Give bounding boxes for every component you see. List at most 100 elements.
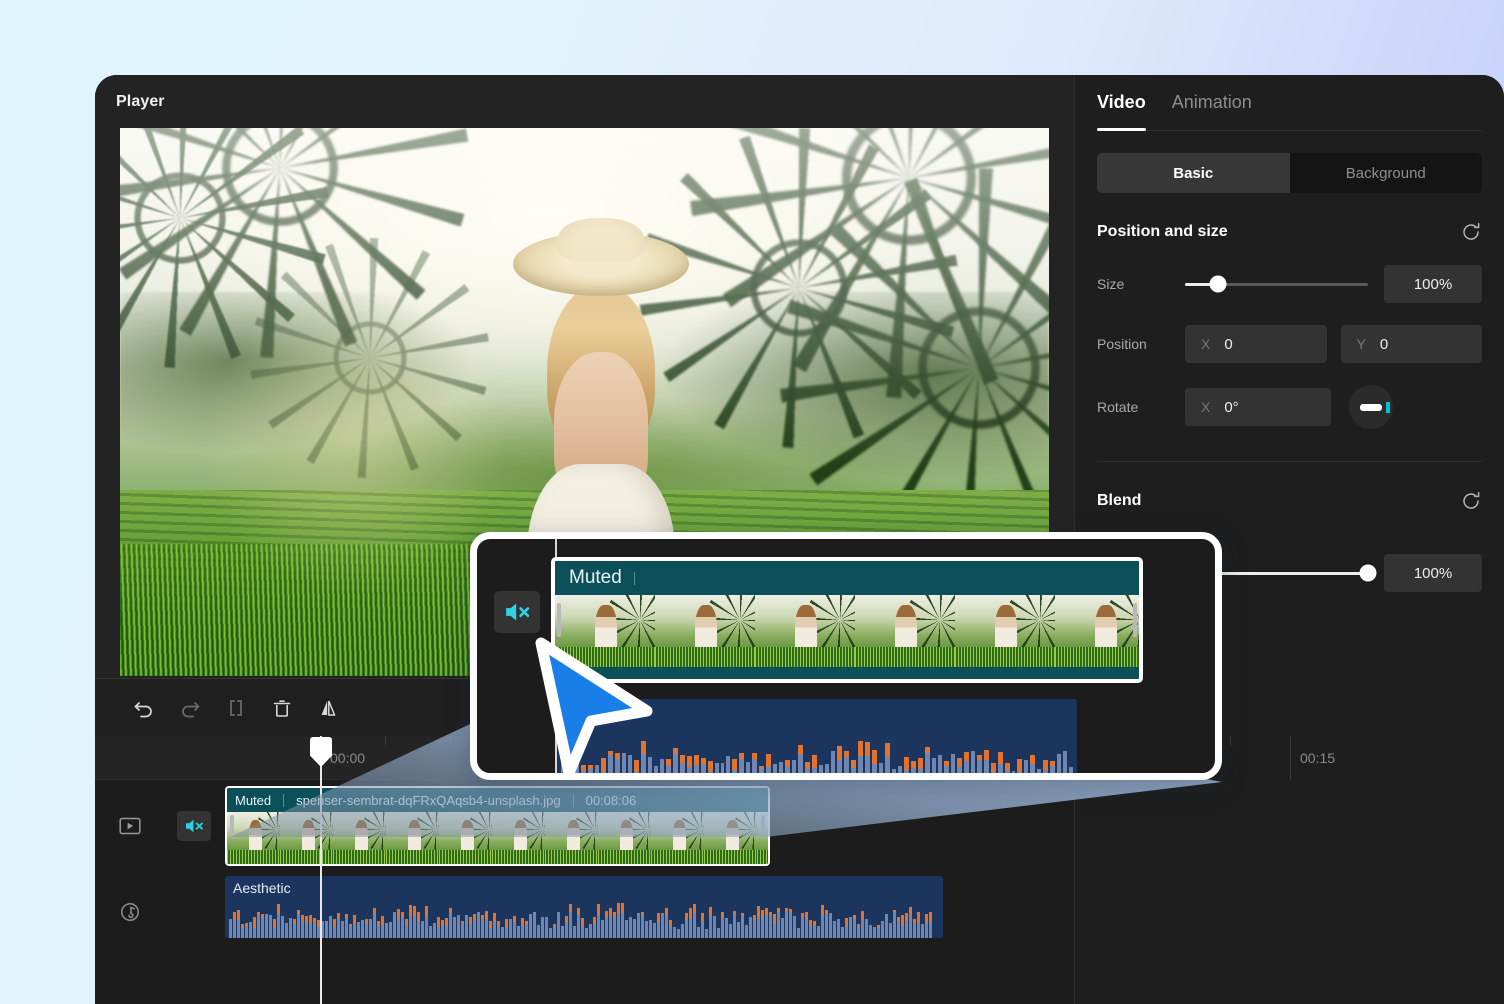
waveform-bar: [421, 921, 424, 938]
callout-audio-clip[interactable]: thetic: [557, 699, 1077, 773]
waveform-bar: [752, 753, 758, 773]
blend-opacity-value-input[interactable]: 100%: [1384, 554, 1482, 592]
waveform-bar: [714, 763, 719, 773]
waveform-bar: [785, 760, 791, 773]
waveform-bar: [673, 927, 676, 938]
callout-audio-clip-name: thetic: [569, 705, 617, 727]
clip-trim-handle-right[interactable]: [761, 815, 765, 837]
waveform-bar: [1024, 760, 1029, 773]
waveform-bar: [909, 907, 912, 938]
waveform-bar: [773, 764, 778, 773]
undo-button[interactable]: [121, 688, 167, 728]
waveform-bar: [625, 920, 628, 938]
size-slider-thumb[interactable]: [1209, 275, 1227, 293]
redo-button[interactable]: [167, 688, 213, 728]
waveform-bar: [297, 910, 300, 938]
waveform-bar: [897, 766, 902, 773]
rotate-label: Rotate: [1097, 399, 1139, 415]
waveform-bar: [233, 912, 236, 938]
waveform-bar: [445, 918, 448, 938]
segment-background[interactable]: Background: [1290, 153, 1483, 193]
blend-reset-button[interactable]: [1460, 490, 1482, 512]
callout-trim-handle-left[interactable]: [557, 603, 561, 637]
waveform-bar: [809, 920, 812, 938]
position-x-input[interactable]: X 0: [1185, 325, 1327, 363]
size-value-input[interactable]: 100%: [1384, 265, 1482, 303]
position-size-reset-button[interactable]: [1460, 221, 1482, 243]
waveform-bar: [397, 909, 400, 938]
waveform-bar: [389, 922, 392, 938]
audio-clip[interactable]: Aesthetic: [225, 876, 943, 938]
waveform-bar: [737, 922, 740, 938]
undo-icon: [134, 701, 152, 717]
waveform-bar: [869, 925, 872, 938]
waveform-bar: [849, 917, 852, 938]
waveform-bar: [405, 919, 408, 938]
waveform-bar: [585, 928, 588, 938]
audio-track-body[interactable]: Aesthetic: [225, 872, 1074, 952]
waveform-bar: [917, 758, 923, 773]
delete-button[interactable]: [259, 688, 305, 728]
waveform-bar: [541, 917, 544, 938]
panel-divider: [1097, 461, 1482, 462]
waveform-bar: [759, 766, 765, 773]
position-y-input[interactable]: Y 0: [1340, 325, 1482, 363]
waveform-bar: [369, 919, 372, 938]
blend-opacity-slider-thumb[interactable]: [1359, 564, 1377, 582]
waveform-bar: [853, 915, 856, 938]
video-clip[interactable]: Muted spenser-sembrat-dqFRxQAqsb4-unspla…: [225, 786, 770, 866]
waveform-bar: [801, 913, 804, 938]
waveform-bar: [607, 751, 613, 773]
waveform-bar: [341, 921, 344, 938]
segment-basic[interactable]: Basic: [1097, 153, 1290, 193]
waveform-bar: [329, 916, 332, 938]
waveform-bar: [513, 916, 516, 938]
mirror-button[interactable]: [305, 688, 351, 728]
waveform-bar: [597, 904, 600, 938]
waveform-bar: [301, 915, 304, 938]
waveform-bar: [769, 912, 772, 938]
waveform-bar: [253, 917, 256, 938]
clip-muted-badge: Muted: [235, 792, 272, 808]
waveform-bar: [601, 920, 604, 938]
waveform-bar: [493, 913, 496, 938]
video-track-mute-button[interactable]: [177, 811, 211, 841]
waveform-bar: [891, 769, 896, 773]
waveform-bar: [739, 753, 745, 773]
callout-video-clip[interactable]: Muted: [551, 557, 1143, 683]
waveform-bar: [689, 908, 692, 938]
waveform-bar: [685, 913, 688, 938]
waveform-bar: [461, 921, 464, 938]
audio-waveform: [229, 896, 939, 938]
waveform-bar: [581, 918, 584, 938]
waveform-bar: [627, 755, 632, 773]
waveform-bar: [517, 926, 520, 938]
waveform-bar: [357, 922, 360, 938]
waveform-bar: [587, 765, 593, 773]
timeline-video-track: Muted spenser-sembrat-dqFRxQAqsb4-unspla…: [95, 780, 1074, 872]
size-slider[interactable]: [1185, 275, 1368, 293]
split-button[interactable]: [213, 688, 259, 728]
waveform-bar: [717, 928, 720, 938]
waveform-bar: [877, 925, 880, 938]
flip-toggle-button[interactable]: [1349, 385, 1393, 429]
playhead[interactable]: [310, 736, 332, 1004]
callout-mute-button[interactable]: [494, 591, 540, 633]
waveform-bar: [617, 903, 620, 938]
waveform-bar: [841, 927, 844, 938]
waveform-bar: [529, 914, 532, 938]
waveform-bar: [963, 752, 969, 773]
waveform-bar: [865, 919, 868, 938]
callout-trim-handle-right[interactable]: [1133, 603, 1137, 637]
waveform-bar: [261, 914, 264, 938]
video-track-body[interactable]: Muted spenser-sembrat-dqFRxQAqsb4-unspla…: [225, 780, 1074, 872]
rotate-x-input[interactable]: X 0°: [1185, 388, 1331, 426]
waveform-bar: [373, 908, 376, 938]
waveform-bar: [789, 909, 792, 938]
clip-trim-handle-left[interactable]: [230, 815, 234, 837]
tab-video[interactable]: Video: [1097, 75, 1146, 131]
tab-animation[interactable]: Animation: [1172, 75, 1252, 131]
waveform-bar: [589, 924, 592, 938]
waveform-bar: [833, 921, 836, 938]
waveform-bar: [637, 913, 640, 938]
